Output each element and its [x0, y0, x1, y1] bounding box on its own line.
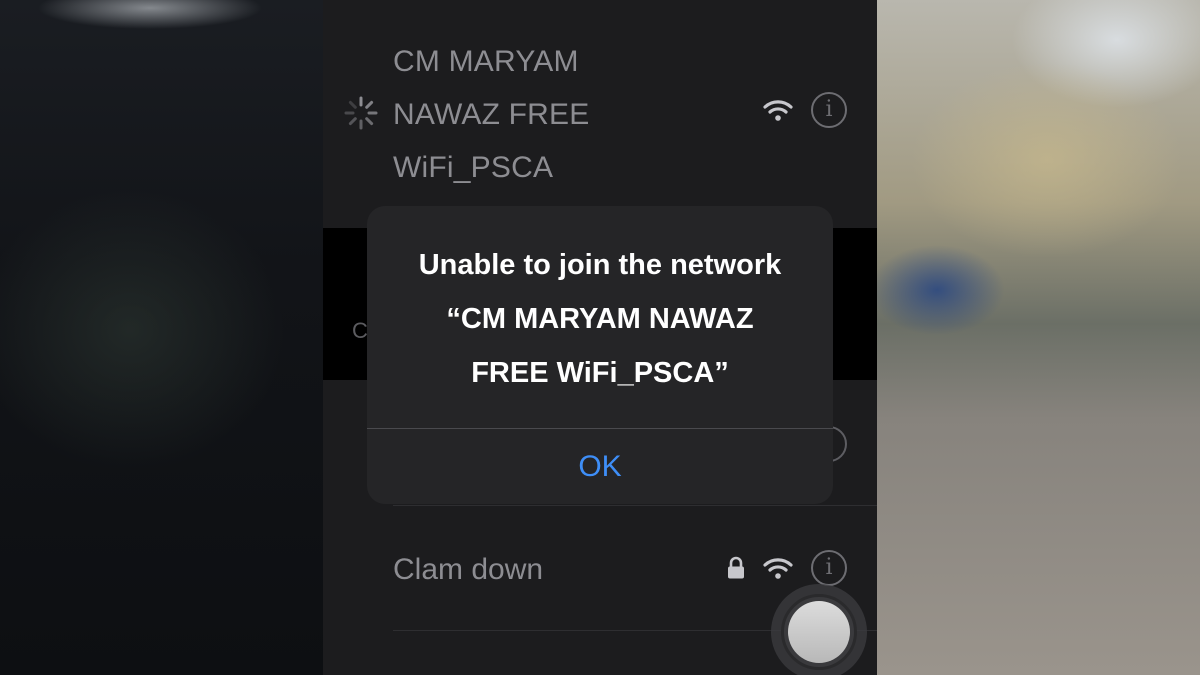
- alert-title-line: Unable to join the network: [418, 249, 782, 281]
- blurred-background-left: [0, 0, 323, 675]
- network-name: Clam down: [393, 553, 544, 586]
- network-name-line: WiFi_PSCA: [393, 151, 554, 184]
- wifi-icon: [762, 100, 793, 121]
- alert-title: Unable to join the network “CM MARYAM NA…: [387, 238, 813, 400]
- network-row-icons: i: [726, 550, 847, 586]
- divider: [393, 505, 877, 506]
- info-icon[interactable]: i: [811, 550, 847, 586]
- network-name-line: CM MARYAM: [393, 45, 579, 78]
- ok-button[interactable]: OK: [367, 429, 833, 504]
- network-row-icons: i: [762, 92, 847, 128]
- network-row-cm-maryam[interactable]: CM MARYAM NAWAZ FREE WiFi_PSCA i: [323, 35, 877, 195]
- network-name-line: NAWAZ FREE: [393, 98, 590, 131]
- assistive-touch-knob: [788, 601, 850, 663]
- partially-hidden-label: C: [352, 318, 368, 343]
- wifi-icon: [762, 558, 793, 579]
- lock-icon: [728, 556, 745, 579]
- alert-title-line: “CM MARYAM NAWAZ: [446, 303, 754, 335]
- info-icon[interactable]: i: [811, 92, 847, 128]
- alert-dialog: Unable to join the network “CM MARYAM NA…: [367, 206, 833, 504]
- spinner-icon: [344, 96, 378, 130]
- alert-title-line: FREE WiFi_PSCA”: [471, 357, 729, 389]
- blurred-background-right: [877, 0, 1200, 675]
- network-name: CM MARYAM NAWAZ FREE WiFi_PSCA: [393, 35, 693, 194]
